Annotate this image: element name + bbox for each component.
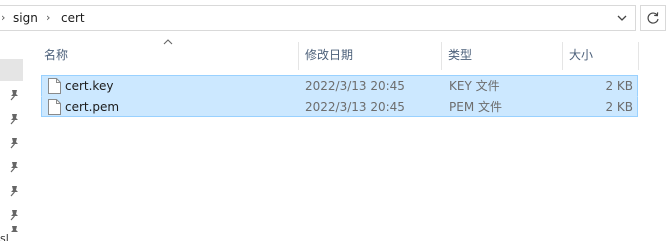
breadcrumb-item-cert[interactable]: cert bbox=[61, 6, 85, 30]
column-divider[interactable] bbox=[562, 42, 563, 70]
breadcrumb-item-sign[interactable]: sign bbox=[13, 6, 38, 30]
file-icon bbox=[48, 99, 61, 115]
breadcrumb-separator-icon[interactable]: › bbox=[1, 6, 5, 30]
pin-icon[interactable] bbox=[8, 137, 20, 149]
refresh-button[interactable] bbox=[640, 5, 666, 31]
nav-item-label[interactable]: sl bbox=[0, 232, 9, 241]
breadcrumb-separator-icon[interactable]: › bbox=[46, 6, 50, 30]
chevron-down-icon[interactable] bbox=[615, 11, 629, 25]
file-size: 2 KB bbox=[605, 79, 633, 93]
pin-icon[interactable] bbox=[8, 89, 20, 101]
pin-icon[interactable] bbox=[8, 113, 20, 125]
nav-item-selected[interactable] bbox=[0, 59, 23, 81]
file-icon bbox=[48, 78, 61, 94]
file-type: PEM 文件 bbox=[449, 100, 502, 114]
file-date: 2022/3/13 20:45 bbox=[305, 100, 405, 114]
pin-icon[interactable] bbox=[8, 225, 20, 237]
file-explorer-window: › sign › cert sl 名称 修改日期 类型 大小 cert.key … bbox=[0, 0, 669, 241]
file-row[interactable]: cert.key 2022/3/13 20:45 KEY 文件 2 KB bbox=[41, 75, 638, 96]
file-size: 2 KB bbox=[605, 100, 633, 114]
column-divider[interactable] bbox=[441, 42, 442, 70]
navigation-pane: sl bbox=[0, 42, 26, 241]
pin-icon[interactable] bbox=[8, 161, 20, 173]
file-name[interactable]: cert.key bbox=[65, 76, 113, 96]
pin-icon[interactable] bbox=[8, 185, 20, 197]
sort-ascending-icon bbox=[163, 39, 173, 45]
pin-icon[interactable] bbox=[8, 209, 20, 221]
column-header-date[interactable]: 修改日期 bbox=[305, 42, 353, 68]
file-row[interactable]: cert.pem 2022/3/13 20:45 PEM 文件 2 KB bbox=[41, 96, 638, 117]
file-name[interactable]: cert.pem bbox=[65, 97, 119, 117]
column-header-name[interactable]: 名称 bbox=[44, 42, 68, 68]
file-date: 2022/3/13 20:45 bbox=[305, 79, 405, 93]
address-bar[interactable]: › sign › cert bbox=[0, 5, 636, 31]
column-divider[interactable] bbox=[298, 42, 299, 70]
column-header-size[interactable]: 大小 bbox=[569, 42, 593, 68]
column-header-type[interactable]: 类型 bbox=[448, 42, 472, 68]
column-divider[interactable] bbox=[638, 42, 639, 70]
refresh-icon bbox=[647, 12, 659, 24]
file-type: KEY 文件 bbox=[449, 79, 500, 93]
